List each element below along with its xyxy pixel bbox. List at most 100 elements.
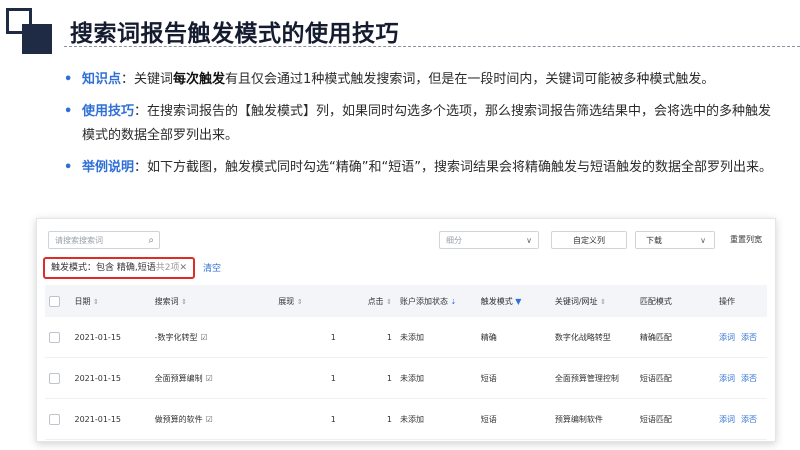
col-trigger-mode[interactable]: 触发模式 ▼ (476, 285, 551, 317)
cell-clicks: 1 (339, 317, 396, 358)
cell-match-mode: 精确匹配 (635, 317, 715, 358)
filter-chip-trigger-mode[interactable]: 触发模式：包含 精确,短语共2项 ✕ (43, 257, 195, 279)
cell-trigger-mode: 精确 (476, 317, 551, 358)
table-row: 2021-01-15 做预算的软件 ☑ 1 1 未添加 短语 预算编制软件 短语匹… (45, 398, 767, 440)
bullet-dot: • (64, 160, 73, 175)
col-account-status-label: 账户添加状态 (399, 296, 448, 306)
row-checkbox[interactable] (49, 372, 60, 384)
header-square-filled (22, 24, 52, 54)
cell-match-mode: 短语匹配 (635, 398, 715, 440)
col-search-term-label: 搜索词 (154, 296, 179, 306)
custom-columns-button[interactable]: 自定义列 (551, 231, 627, 249)
page-title: 搜索词报告触发模式的使用技巧 (70, 21, 399, 47)
col-actions: 操作 (715, 285, 767, 317)
cell-trigger-mode: 短语 (476, 357, 551, 399)
bullet-example: • 举例说明：如下方截图，触发模式同时勾选“精确”和“短语”，搜索词结果会将精确… (62, 156, 772, 180)
col-date[interactable]: 日期 ⇕ (70, 285, 151, 317)
reset-width-button[interactable]: 重置列宽 (723, 231, 769, 249)
col-trigger-mode-label: 触发模式 (480, 296, 513, 306)
col-actions-label: 操作 (719, 296, 735, 306)
sort-icon[interactable]: ⇕ (386, 298, 392, 306)
row-select-cell (45, 357, 71, 399)
add-keyword-link[interactable]: 添词 (719, 333, 735, 342)
cell-date: 2021-01-15 (70, 357, 151, 399)
col-account-status[interactable]: 账户添加状态 ⇣ (395, 285, 477, 317)
edit-icon[interactable]: ☑ (200, 333, 207, 342)
add-negative-link[interactable]: 添否 (741, 374, 757, 383)
cell-keyword: 预算编制软件 (550, 398, 636, 440)
sort-icon[interactable]: ⇕ (181, 298, 187, 306)
bullet-bold: 每次触发 (173, 72, 226, 87)
sort-icon[interactable]: ⇕ (297, 298, 303, 306)
row-checkbox[interactable] (49, 413, 60, 425)
filter-chip-count: 共2项 (155, 263, 180, 273)
bullet-dot: • (64, 104, 73, 119)
cell-impressions: 1 (274, 317, 340, 358)
clear-filters-link[interactable]: 清空 (203, 261, 221, 274)
segment-select[interactable]: 细分 ∨ (439, 231, 539, 249)
bullet-text: 有且仅会通过1种模式触发搜索词，但是在一段时间内，关键词可能被多种模式触发。 (225, 72, 715, 87)
chevron-down-icon: ∨ (526, 236, 532, 245)
cell-impressions: 1 (274, 357, 340, 399)
search-icon[interactable]: ⌕ (148, 232, 154, 250)
table-row: 2021-01-15 -数字化转型 ☑ 1 1 未添加 精确 数字化战略转型 精确… (45, 317, 767, 358)
cell-account-status: 未添加 (395, 398, 477, 440)
col-keyword-url[interactable]: 关键词/网址 ⇕ (550, 285, 636, 317)
cell-search-term: -数字化转型 ☑ (150, 317, 275, 358)
table-header-row: 日期 ⇕ 搜索词 ⇕ 展现 ⇕ 点击 ⇕ 账户添加状态 ⇣ 触发模式 ▼ 关键词… (45, 285, 767, 317)
sort-desc-icon[interactable]: ⇣ (451, 298, 457, 306)
cell-search-term: 全面预算编制 ☑ (150, 357, 275, 399)
search-term-text: -数字化转型 (154, 332, 198, 342)
add-negative-link[interactable]: 添否 (741, 333, 757, 342)
add-negative-link[interactable]: 添否 (741, 415, 757, 424)
bullet-text: ：在搜索词报告的【触发模式】列，如果同时勾选多个选项，那么搜索词报告筛选结果中，… (82, 104, 772, 143)
col-keyword-url-label: 关键词/网址 (554, 296, 598, 306)
cell-account-status: 未添加 (395, 317, 477, 358)
row-select-cell (45, 398, 71, 440)
col-clicks-label: 点击 (367, 296, 384, 306)
cell-actions: 添词 添否 (715, 398, 767, 440)
col-impressions[interactable]: 展现 ⇕ (274, 285, 340, 317)
cell-keyword: 数字化战略转型 (550, 317, 636, 358)
close-icon[interactable]: ✕ (179, 259, 187, 277)
bullet-key: 使用技巧 (82, 104, 135, 119)
row-select-cell (45, 317, 71, 358)
row-checkbox[interactable] (49, 331, 60, 343)
report-screenshot-panel: 请搜索搜索词 ⌕ 细分 ∨ 自定义列 下载 ∨ 重置列宽 触发模式：包含 精确,… (36, 218, 776, 442)
cell-account-status: 未添加 (395, 357, 477, 399)
add-keyword-link[interactable]: 添词 (719, 374, 735, 383)
col-search-term[interactable]: 搜索词 ⇕ (150, 285, 275, 317)
cell-search-term: 做预算的软件 ☑ (150, 398, 275, 440)
cell-date: 2021-01-15 (70, 398, 151, 440)
search-input[interactable]: 请搜索搜索词 ⌕ (48, 231, 160, 249)
bullet-key: 举例说明 (82, 160, 135, 175)
download-label: 下载 (646, 236, 662, 245)
select-all-checkbox[interactable] (49, 295, 60, 307)
bullet-text: ：关键词 (121, 72, 174, 87)
edit-icon[interactable]: ☑ (206, 374, 213, 383)
cell-clicks: 1 (339, 357, 396, 399)
sort-icon[interactable]: ⇕ (600, 298, 606, 306)
bullet-dot: • (64, 72, 73, 87)
col-impressions-label: 展现 (278, 296, 295, 306)
bullet-knowledge: • 知识点：关键词每次触发有且仅会通过1种模式触发搜索词，但是在一段时间内，关键… (62, 68, 772, 92)
bullet-list: • 知识点：关键词每次触发有且仅会通过1种模式触发搜索词，但是在一段时间内，关键… (62, 68, 772, 188)
add-keyword-link[interactable]: 添词 (719, 415, 735, 424)
col-match-mode: 匹配模式 (635, 285, 715, 317)
cell-actions: 添词 添否 (715, 357, 767, 399)
cell-impressions: 1 (274, 398, 340, 440)
sort-icon[interactable]: ⇕ (93, 298, 99, 306)
col-match-mode-label: 匹配模式 (639, 296, 672, 306)
search-term-text: 做预算的软件 (154, 414, 203, 424)
cell-keyword: 全面预算管理控制 (550, 357, 636, 399)
filter-chip-label: 触发模式：包含 精确,短语 (51, 263, 156, 273)
bullet-key: 知识点 (82, 72, 122, 87)
cell-match-mode: 短语匹配 (635, 357, 715, 399)
title-divider (64, 46, 800, 47)
edit-icon[interactable]: ☑ (206, 415, 213, 424)
col-clicks[interactable]: 点击 ⇕ (339, 285, 396, 317)
download-button[interactable]: 下载 ∨ (635, 231, 715, 249)
cell-trigger-mode: 短语 (476, 398, 551, 440)
bullet-usage-tips: • 使用技巧：在搜索词报告的【触发模式】列，如果同时勾选多个选项，那么搜索词报告… (62, 100, 772, 148)
filter-icon[interactable]: ▼ (515, 297, 521, 306)
